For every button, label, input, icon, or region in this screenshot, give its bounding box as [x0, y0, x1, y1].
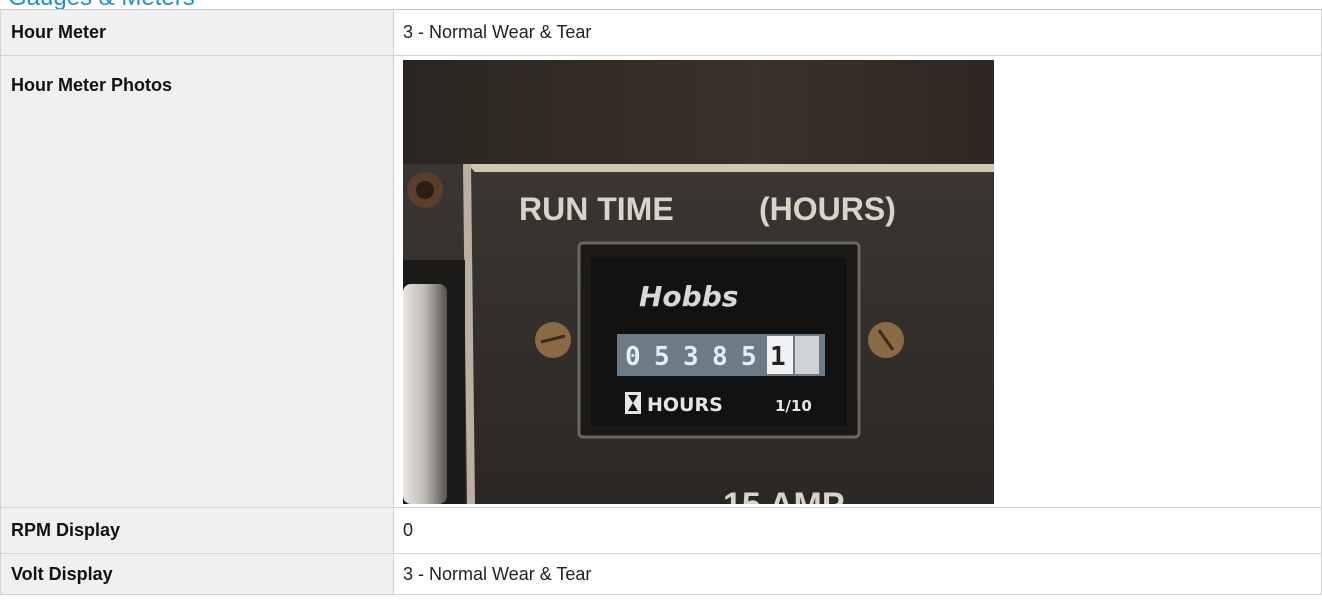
table-row-volt-display: Volt Display 3 - Normal Wear & Tear [0, 554, 1322, 595]
photo-digit: 8 [712, 342, 728, 372]
photo-digit-counter: 0 5 3 8 5 1 [625, 336, 819, 374]
row-value: 3 - Normal Wear & Tear [394, 10, 1322, 55]
photo-hobbs-brand: Hobbs [639, 280, 738, 313]
photo-screw-hole-center [416, 181, 434, 199]
photo-panel-trim [467, 164, 994, 172]
photo-cell: RUN TIME (HOURS) Hobbs 0 5 3 8 5 1 HOURS… [394, 56, 1322, 507]
photo-digit: 5 [654, 342, 670, 372]
table-row-hour-meter: Hour Meter 3 - Normal Wear & Tear [0, 10, 1322, 56]
photo-partial-wheel [795, 336, 819, 374]
row-label: RPM Display [0, 508, 394, 553]
table-row-hour-meter-photos: Hour Meter Photos RUN TIME (HOURS) Hobbs… [0, 56, 1322, 508]
hour-meter-photo[interactable]: RUN TIME (HOURS) Hobbs 0 5 3 8 5 1 HOURS… [403, 60, 994, 504]
row-value: 0 [394, 508, 1322, 553]
photo-digit: 0 [625, 342, 641, 372]
photo-tenths-label: 1/10 [775, 397, 812, 415]
photo-run-time-text: RUN TIME [519, 191, 674, 227]
row-label: Hour Meter Photos [0, 56, 394, 507]
row-value: 3 - Normal Wear & Tear [394, 554, 1322, 594]
photo-left-gauge [403, 284, 447, 504]
photo-background-top [403, 60, 994, 172]
row-label: Volt Display [0, 554, 394, 594]
photo-digit: 1 [770, 342, 786, 372]
photo-hours-caption: (HOURS) [759, 191, 896, 227]
photo-hours-label: HOURS [647, 394, 723, 416]
table-row-rpm-display: RPM Display 0 [0, 508, 1322, 554]
photo-digit: 5 [741, 342, 757, 372]
row-label: Hour Meter [0, 10, 394, 55]
photo-amp-text: 15 AMP [723, 486, 845, 504]
gauges-meters-table: Hour Meter 3 - Normal Wear & Tear Hour M… [0, 9, 1322, 595]
photo-digit: 3 [683, 342, 699, 372]
